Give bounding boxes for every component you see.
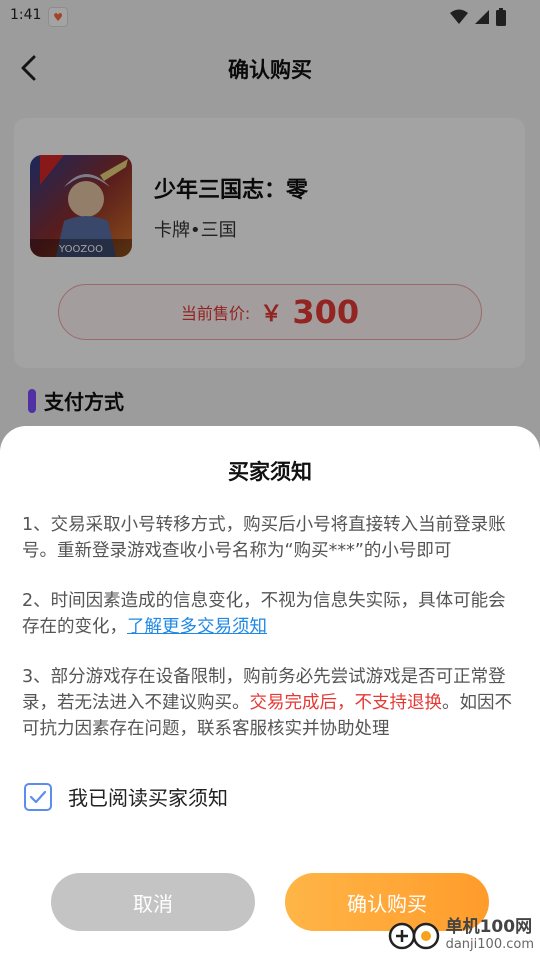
sheet-title: 买家须知: [228, 460, 312, 484]
watermark: 单机100网 danji100.com: [388, 918, 534, 954]
watermark-line2: danji100.com: [445, 937, 534, 952]
notice-body: 1、交易采取小号转移方式，购买后小号将直接转入当前登录账号。重新登录游戏查收小号…: [22, 512, 522, 766]
buyer-notice-sheet: 买家须知 1、交易采取小号转移方式，购买后小号将直接转入当前登录账号。重新登录游…: [0, 426, 540, 960]
no-refund-warning: 交易完成后，不支持退换: [249, 693, 443, 713]
watermark-logo-icon: [388, 922, 439, 950]
notice-item-3: 3、部分游戏存在设备限制，购前务必先尝试游戏是否可正常登录，若无法进入不建议购买…: [22, 664, 522, 742]
agree-label: 我已阅读买家须知: [68, 786, 228, 810]
notice-item-1: 1、交易采取小号转移方式，购买后小号将直接转入当前登录账号。重新登录游戏查收小号…: [22, 515, 506, 561]
watermark-line1: 单机100网: [445, 917, 533, 937]
agree-checkbox[interactable]: [24, 782, 52, 811]
cancel-button[interactable]: 取消: [51, 873, 255, 931]
notice-item-2: 2、时间因素造成的信息变化，不视为信息失实际，具体可能会存在的变化，了解更多交易…: [22, 588, 522, 640]
learn-more-link[interactable]: 了解更多交易须知: [127, 617, 267, 637]
checkmark-icon: [29, 790, 47, 803]
agree-row[interactable]: 我已阅读买家须知: [24, 782, 228, 811]
